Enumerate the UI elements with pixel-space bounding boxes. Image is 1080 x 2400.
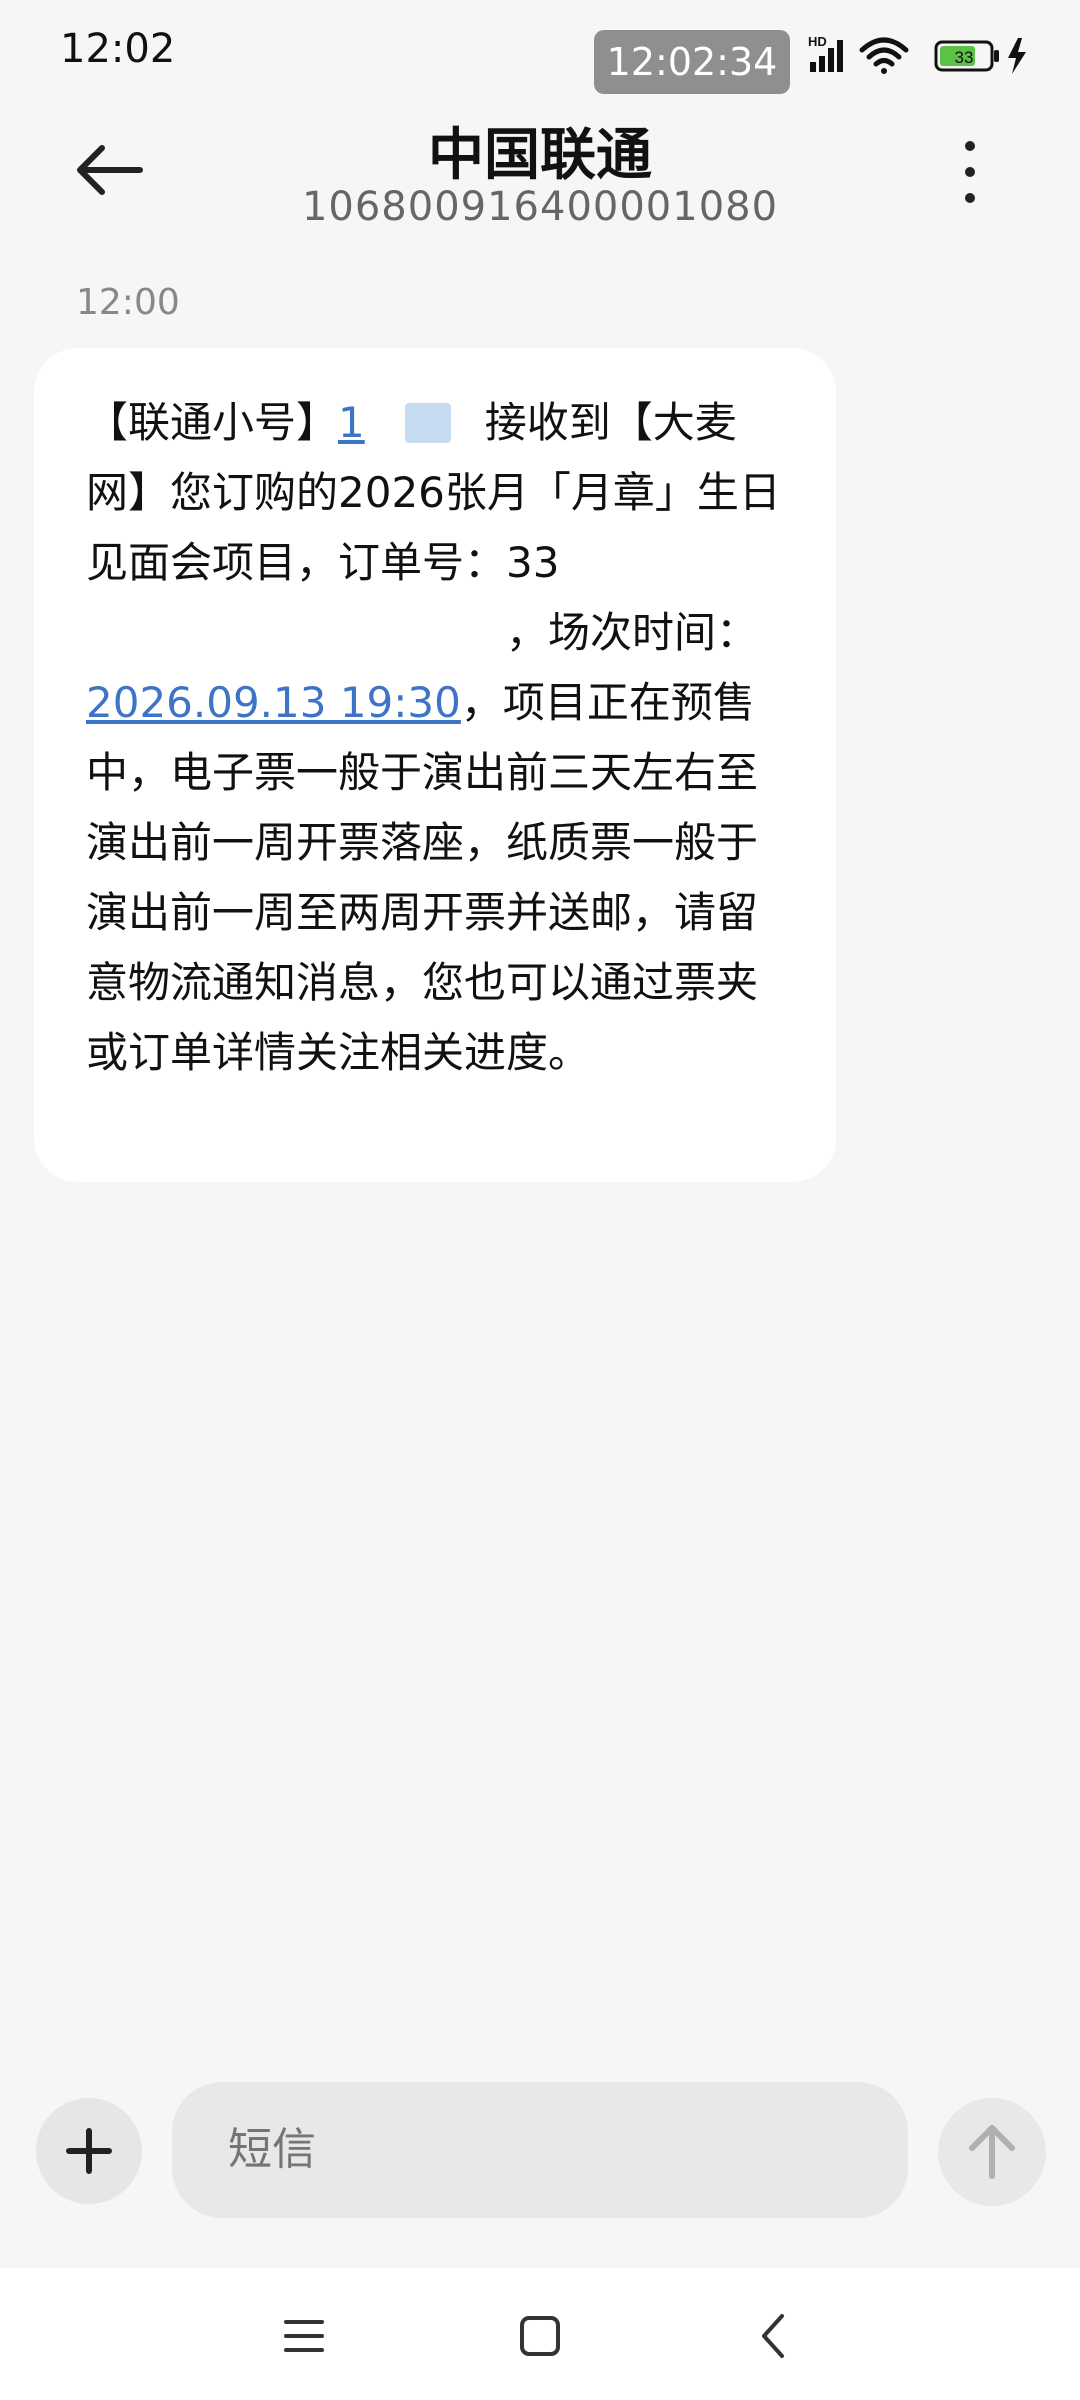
hd-badge: HD bbox=[808, 34, 827, 49]
message-part-4: ，项目正在预售中，电子票一般于演出前三天左右至演出前一周开票落座，纸质票一般于演… bbox=[86, 678, 759, 1077]
redaction-mask bbox=[364, 403, 405, 443]
contact-number: 106800916400001080 bbox=[301, 184, 779, 230]
message-input[interactable] bbox=[172, 2082, 908, 2218]
contact-name: 中国联通 bbox=[428, 123, 652, 188]
back-arrow-icon bbox=[77, 145, 143, 195]
home-icon bbox=[520, 2316, 560, 2356]
nav-back-button[interactable] bbox=[744, 2308, 804, 2364]
menu-icon bbox=[284, 2320, 324, 2352]
status-time: 12:02 bbox=[60, 26, 176, 72]
back-icon bbox=[762, 2314, 784, 2358]
plus-icon bbox=[66, 2128, 112, 2174]
message-text: 【联通小号】1 接收到【大麦网】您订购的2026张月「月章」生日见面会项目，订单号… bbox=[86, 388, 784, 1088]
phone-number-link[interactable]: 1 bbox=[338, 398, 365, 447]
message-part-3: ，场次时间： bbox=[506, 608, 759, 657]
status-icons: HD 33 bbox=[806, 32, 1046, 80]
order-number-prefix: 33 bbox=[506, 538, 560, 587]
more-vert-icon bbox=[965, 141, 975, 203]
wifi-icon bbox=[859, 37, 909, 74]
battery-icon: 33 bbox=[934, 40, 999, 72]
message-part-1: 【联通小号】 bbox=[86, 398, 339, 447]
battery-level: 33 bbox=[955, 48, 974, 67]
home-button[interactable] bbox=[510, 2308, 570, 2364]
more-options-button[interactable] bbox=[942, 134, 998, 210]
message-bubble[interactable]: 【联通小号】1 接收到【大麦网】您订购的2026张月「月章」生日见面会项目，订单号… bbox=[34, 348, 836, 1182]
message-timestamp: 12:00 bbox=[76, 282, 180, 323]
redaction-mask bbox=[404, 403, 451, 443]
date-link[interactable]: 2026.09.13 19:30 bbox=[86, 678, 461, 727]
recents-button[interactable] bbox=[274, 2308, 334, 2364]
clock-overlay: 12:02:34 bbox=[594, 30, 790, 94]
send-button[interactable] bbox=[938, 2098, 1046, 2206]
redaction-mask bbox=[450, 403, 485, 443]
navigation-bar bbox=[0, 2268, 1080, 2400]
redaction-mask bbox=[86, 613, 506, 653]
attach-button[interactable] bbox=[36, 2098, 142, 2204]
back-button[interactable] bbox=[70, 130, 150, 210]
charging-icon bbox=[1008, 38, 1026, 74]
send-arrow-icon bbox=[969, 2125, 1015, 2179]
